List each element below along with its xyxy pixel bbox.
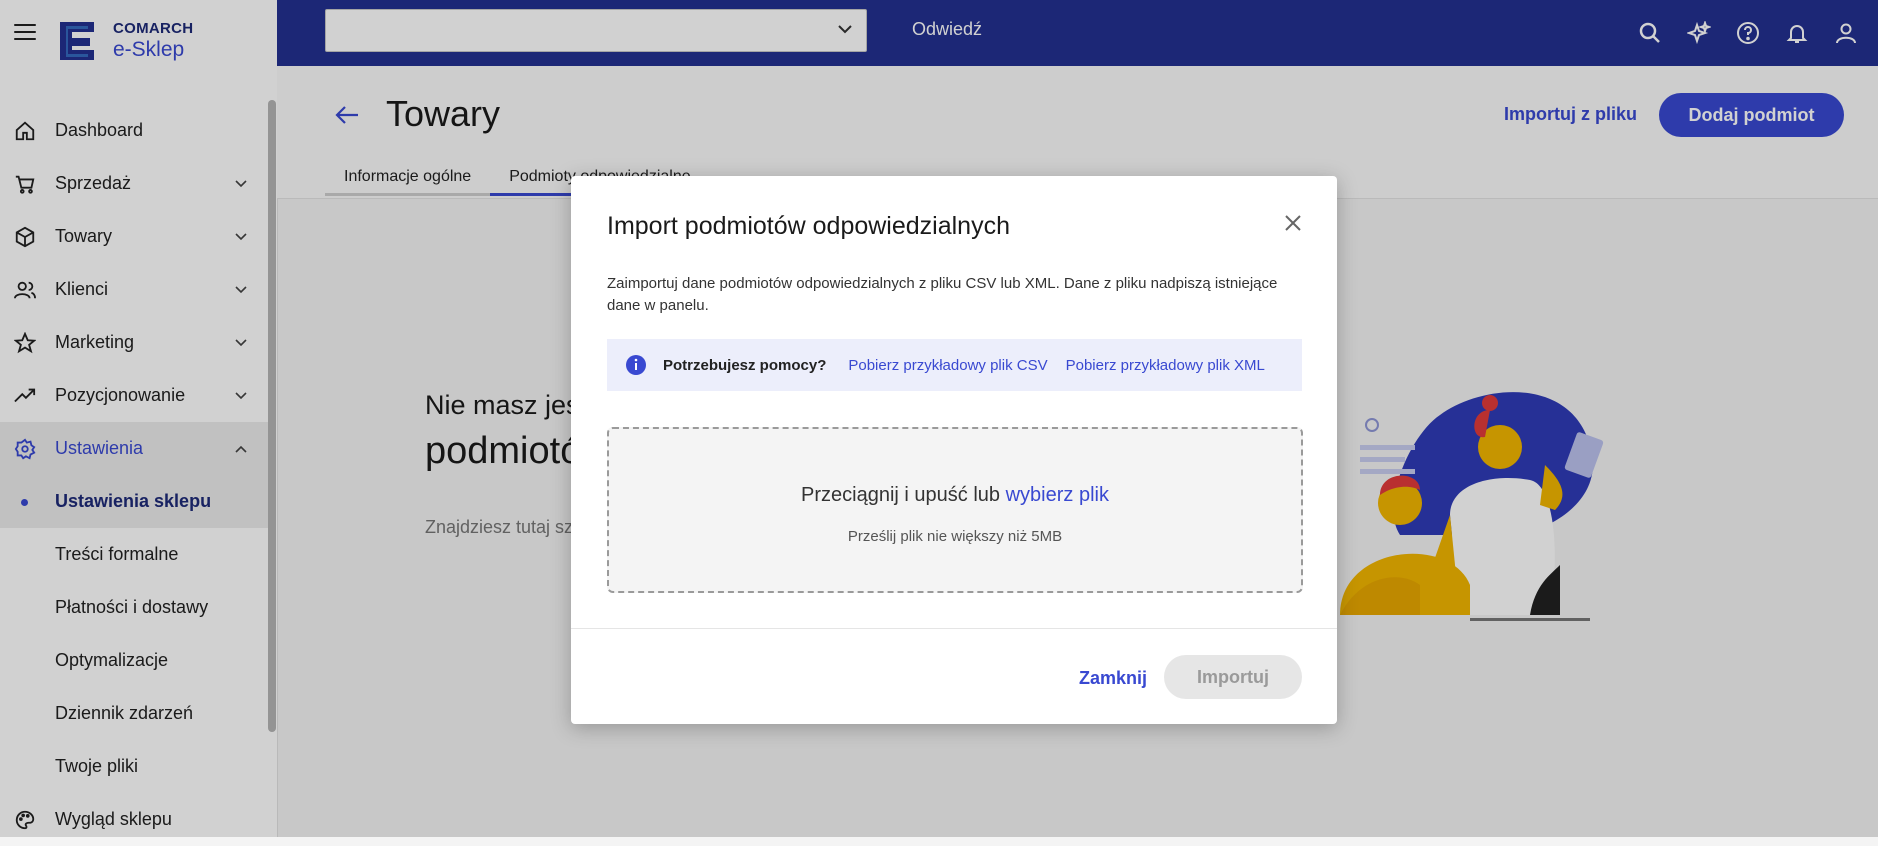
download-xml-link[interactable]: Pobierz przykładowy plik XML (1066, 357, 1265, 374)
help-banner: Potrzebujesz pomocy? Pobierz przykładowy… (607, 339, 1302, 391)
dropzone-prompt: Przeciągnij i upuść lub (801, 484, 1006, 506)
dropzone-hint: Prześlij plik nie większy niż 5MB (847, 528, 1063, 545)
file-dropzone[interactable]: Przeciągnij i upuść lub wybierz plik Prz… (607, 427, 1303, 593)
close-icon[interactable] (1284, 214, 1302, 232)
modal-description: Zaimportuj dane podmiotów odpowiedzialny… (607, 275, 1278, 314)
import-modal: Import podmiotów odpowiedzialnych Zaimpo… (571, 176, 1337, 724)
close-button[interactable]: Zamknij (1079, 668, 1147, 689)
modal-title: Import podmiotów odpowiedzialnych (607, 212, 1010, 240)
import-button[interactable]: Importuj (1164, 655, 1302, 699)
modal-divider (571, 628, 1337, 629)
help-label: Potrzebujesz pomocy? (663, 356, 827, 374)
info-icon (626, 355, 646, 375)
choose-file-link[interactable]: wybierz plik (1006, 484, 1109, 506)
dropzone-text: Przeciągnij i upuść lub wybierz plik (609, 484, 1301, 507)
download-csv-link[interactable]: Pobierz przykładowy plik CSV (848, 357, 1047, 374)
